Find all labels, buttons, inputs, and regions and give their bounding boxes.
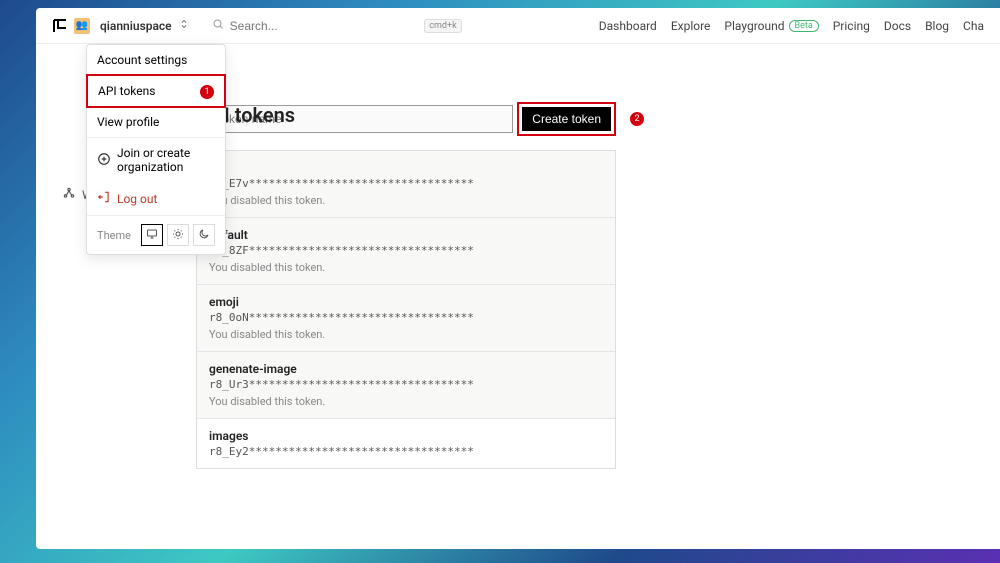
nav-playground[interactable]: Playground bbox=[724, 19, 784, 33]
dd-account-settings[interactable]: Account settings bbox=[87, 45, 225, 75]
plus-circle-icon bbox=[97, 152, 111, 169]
topbar: 👥 qianniuspace cmd+k Dashboard Explore P… bbox=[36, 8, 1000, 44]
create-button-highlight: Create token bbox=[517, 102, 616, 136]
chevron-updown-icon bbox=[178, 18, 190, 33]
theme-label: Theme bbox=[97, 229, 131, 242]
monitor-icon bbox=[146, 228, 158, 243]
token-secret: r8_Ey2********************************** bbox=[209, 445, 603, 458]
token-card[interactable]: images r8_Ey2***************************… bbox=[197, 419, 615, 468]
token-secret: r8_8ZF********************************** bbox=[209, 244, 603, 257]
token-card[interactable]: g r8_E7v********************************… bbox=[197, 151, 615, 218]
webhook-icon bbox=[62, 186, 76, 203]
tokens-list: g r8_E7v********************************… bbox=[196, 150, 616, 469]
token-note: You disabled this token. bbox=[209, 395, 603, 408]
page-title: I tokens bbox=[224, 103, 295, 127]
top-navigation: Dashboard Explore Playground Beta Pricin… bbox=[599, 19, 984, 33]
dd-join-org[interactable]: Join or create organization bbox=[87, 138, 225, 182]
nav-docs[interactable]: Docs bbox=[884, 19, 911, 33]
token-note: You disabled this token. bbox=[209, 194, 603, 207]
brand-logo-icon bbox=[52, 18, 68, 34]
token-card[interactable]: Default r8_8ZF**************************… bbox=[197, 218, 615, 285]
token-name: emoji bbox=[209, 295, 603, 309]
app-window: 👥 qianniuspace cmd+k Dashboard Explore P… bbox=[36, 8, 1000, 549]
token-card[interactable]: emoji r8_0oN****************************… bbox=[197, 285, 615, 352]
theme-dark-button[interactable] bbox=[193, 224, 215, 246]
moon-icon bbox=[198, 228, 210, 243]
search-input[interactable] bbox=[230, 19, 419, 33]
search-icon bbox=[212, 18, 224, 33]
token-secret: r8_0oN********************************** bbox=[209, 311, 603, 324]
token-name: genenate-image bbox=[209, 362, 603, 376]
token-card[interactable]: genenate-image r8_Ur3*******************… bbox=[197, 352, 615, 419]
beta-badge: Beta bbox=[789, 20, 819, 32]
token-name: g bbox=[209, 161, 603, 175]
global-search[interactable]: cmd+k bbox=[212, 18, 462, 33]
token-note: You disabled this token. bbox=[209, 261, 603, 274]
token-secret: r8_Ur3********************************** bbox=[209, 378, 603, 391]
create-token-button[interactable]: Create token bbox=[522, 107, 611, 131]
workspace-dropdown: Account settings API tokens 1 View profi… bbox=[86, 44, 226, 255]
nav-blog[interactable]: Blog bbox=[925, 19, 949, 33]
token-name: Default bbox=[209, 228, 603, 242]
theme-light-button[interactable] bbox=[167, 224, 189, 246]
sun-icon bbox=[172, 228, 184, 243]
token-name: images bbox=[209, 429, 603, 443]
annotation-1: 1 bbox=[200, 85, 214, 99]
workspace-switcher[interactable]: 👥 qianniuspace bbox=[52, 18, 190, 34]
workspace-avatar: 👥 bbox=[74, 18, 90, 34]
token-secret: r8_E7v********************************** bbox=[209, 177, 603, 190]
search-shortcut: cmd+k bbox=[424, 19, 461, 33]
theme-system-button[interactable] bbox=[141, 224, 163, 246]
nav-explore[interactable]: Explore bbox=[671, 19, 711, 33]
token-note: You disabled this token. bbox=[209, 328, 603, 341]
workspace-name: qianniuspace bbox=[100, 19, 172, 33]
dd-view-profile[interactable]: View profile bbox=[87, 107, 225, 137]
annotation-2: 2 bbox=[630, 112, 644, 126]
dd-theme-row: Theme bbox=[87, 216, 225, 254]
nav-pricing[interactable]: Pricing bbox=[833, 19, 870, 33]
nav-dashboard[interactable]: Dashboard bbox=[599, 19, 657, 33]
dd-log-out[interactable]: Log out bbox=[87, 182, 225, 215]
nav-changelog[interactable]: Cha bbox=[963, 19, 984, 33]
logout-icon bbox=[97, 190, 111, 207]
dd-api-tokens[interactable]: API tokens 1 bbox=[86, 74, 226, 108]
